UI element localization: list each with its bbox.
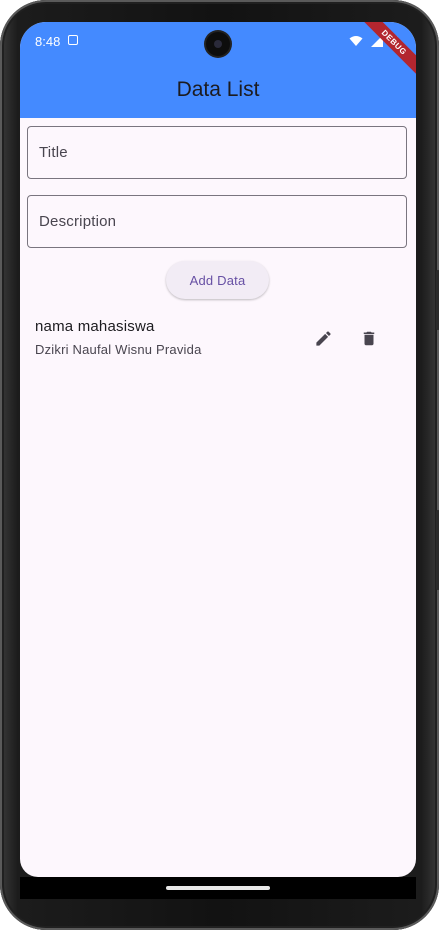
status-bar: 8:48 DEBUG: [20, 22, 416, 82]
app-screen: 8:48 DEBUG Data List Title Description A…: [20, 22, 416, 877]
item-title: nama mahasiswa: [35, 318, 155, 335]
description-field[interactable]: [27, 195, 407, 248]
description-input[interactable]: [28, 196, 406, 247]
delete-icon: [363, 331, 375, 345]
wifi-icon: [349, 36, 363, 46]
page-title: Data List: [176, 78, 260, 101]
list-item: nama mahasiswa Dzikri Naufal Wisnu Pravi…: [20, 310, 416, 366]
item-subtitle: Dzikri Naufal Wisnu Pravida: [35, 342, 202, 357]
delete-button[interactable]: [355, 324, 383, 352]
title-input[interactable]: [28, 127, 406, 178]
home-indicator[interactable]: [166, 886, 270, 890]
navigation-bar: [20, 877, 416, 899]
status-time: 8:48: [35, 34, 61, 49]
add-data-button[interactable]: Add Data: [166, 261, 269, 299]
camera-cutout: [206, 32, 230, 56]
title-field[interactable]: [27, 126, 407, 179]
app-bar: 8:48 DEBUG Data List: [20, 22, 416, 118]
notification-icon: [68, 35, 78, 45]
edit-button[interactable]: [309, 324, 337, 352]
edit-icon: [315, 330, 331, 346]
phone-frame: 8:48 DEBUG Data List Title Description A…: [0, 0, 439, 930]
